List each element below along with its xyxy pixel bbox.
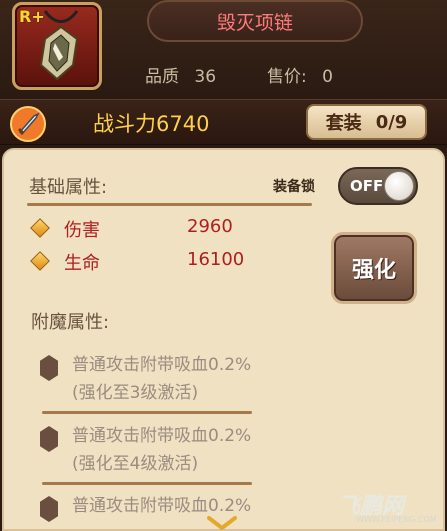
enhance-button-label: 强化 <box>351 258 396 283</box>
attr-name-health: 生命 <box>64 253 100 274</box>
price-label: 售价: <box>267 67 307 87</box>
item-icon-frame[interactable]: R+ <box>12 2 102 90</box>
set-progress: 0/9 <box>375 111 408 133</box>
sword-icon <box>10 106 46 142</box>
quality-value: 36 <box>194 67 217 87</box>
price-stat: 售价: 0 <box>267 62 333 87</box>
toggle-state: OFF <box>350 177 384 195</box>
toggle-knob <box>384 171 414 201</box>
equipment-lock-toggle[interactable]: OFF <box>338 167 418 205</box>
quality-label: 品质 <box>145 67 179 87</box>
enchant-condition: (强化至3级激活) <box>72 383 199 403</box>
necklace-icon <box>39 10 79 81</box>
enchant-attributes-title: 附魔属性: <box>31 312 110 333</box>
attr-name-damage: 伤害 <box>64 220 100 241</box>
enchant-divider <box>42 411 252 414</box>
set-button[interactable]: 套装 0/9 <box>306 104 427 140</box>
basic-attributes-title: 基础属性: <box>29 177 108 198</box>
attr-value-health: 16100 <box>187 249 245 270</box>
enchant-item: 普通攻击附带吸血0.2% (强化至4级激活) <box>72 422 251 478</box>
enchant-condition: (强化至4级激活) <box>72 454 199 474</box>
quality-stat: 品质 36 <box>145 62 216 87</box>
scroll-down-icon[interactable] <box>207 516 237 530</box>
enhance-button[interactable]: 强化 <box>331 232 417 304</box>
equipment-lock-label: 装备锁 <box>273 179 315 195</box>
combat-power-value: 战斗力6740 <box>93 112 210 136</box>
basic-title-divider <box>27 203 312 206</box>
item-name: 毁灭项链 <box>216 11 293 34</box>
item-name-plate: 毁灭项链 <box>147 0 363 42</box>
enchant-effect: 普通攻击附带吸血0.2% <box>72 355 252 375</box>
attr-value-damage: 2960 <box>187 216 233 237</box>
set-button-label: 套装 <box>325 113 362 134</box>
watermark-url: WWW.FEIPENG.COM <box>356 515 437 524</box>
price-value: 0 <box>322 67 333 87</box>
enchant-item: 普通攻击附带吸血0.2% (强化至3级激活) <box>72 351 251 407</box>
enchant-effect: 普通攻击附带吸血0.2% <box>72 426 252 446</box>
enchant-divider <box>42 482 252 485</box>
